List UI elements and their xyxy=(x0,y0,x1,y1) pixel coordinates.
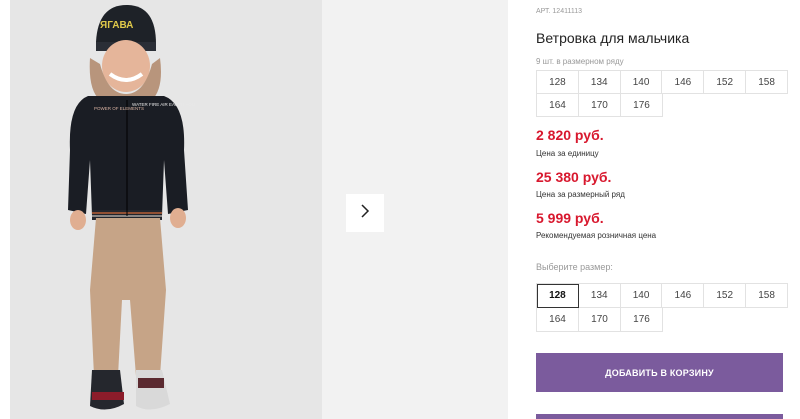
size-cell: 128 xyxy=(537,71,579,94)
unit-price: 2 820 руб. xyxy=(536,127,604,143)
size-cell: 176 xyxy=(621,94,663,117)
size-option-selected[interactable]: 128 xyxy=(537,284,579,308)
chevron-right-icon xyxy=(359,203,371,224)
size-picker-row: 164 170 176 xyxy=(537,308,663,332)
size-cell: 146 xyxy=(662,71,705,94)
retail-price: 5 999 руб. xyxy=(536,210,604,226)
size-picker: 128 134 140 146 152 158 164 170 176 xyxy=(536,283,788,332)
size-option[interactable]: 170 xyxy=(579,308,621,332)
row-price-note: Цена за размерный ряд xyxy=(536,190,625,199)
size-row-caption: 9 шт. в размерном ряду xyxy=(536,57,624,66)
size-row-grid: 128 134 140 146 152 158 164 170 176 xyxy=(536,70,788,117)
retail-price-note: Рекомендуемая розничная цена xyxy=(536,231,657,240)
size-option[interactable]: 152 xyxy=(704,284,747,308)
product-title: Ветровка для мальчика xyxy=(536,30,690,46)
add-to-cart-button[interactable]: ДОБАВИТЬ В КОРЗИНУ xyxy=(536,353,783,392)
size-option[interactable]: 164 xyxy=(537,308,579,332)
row-price: 25 380 руб. xyxy=(536,169,612,185)
size-row: 128 134 140 146 152 158 xyxy=(537,71,788,94)
article-number: АРТ. 12411113 xyxy=(536,8,582,15)
size-cell: 170 xyxy=(579,94,621,117)
size-cell: 134 xyxy=(578,71,621,94)
size-cell: 158 xyxy=(746,71,788,94)
size-cell: 140 xyxy=(620,71,663,94)
size-cell: 164 xyxy=(537,94,579,117)
size-option[interactable]: 140 xyxy=(620,284,663,308)
size-option[interactable]: 176 xyxy=(621,308,663,332)
product-photo: ЯГАВА POWER OF ELEMENTS WATER FIRE AIR E… xyxy=(10,0,322,419)
product-gallery: ЯГАВА POWER OF ELEMENTS WATER FIRE AIR E… xyxy=(0,0,510,419)
unit-price-note: Цена за единицу xyxy=(536,149,599,158)
boy-in-windbreaker-image: ЯГАВА POWER OF ELEMENTS WATER FIRE AIR E… xyxy=(10,0,322,419)
jacket-print-right: WATER FIRE AIR EARTH YOU xyxy=(132,102,195,107)
size-cell: 152 xyxy=(704,71,747,94)
size-option[interactable]: 158 xyxy=(746,284,788,308)
size-picker-row: 128 134 140 146 152 158 xyxy=(537,284,788,308)
cap-print: ЯГАВА xyxy=(100,20,133,31)
size-row: 164 170 176 xyxy=(537,94,663,117)
next-photo-button[interactable] xyxy=(346,194,384,232)
secondary-action-button[interactable] xyxy=(536,414,783,419)
product-info: АРТ. 12411113 Ветровка для мальчика 9 шт… xyxy=(536,0,800,419)
choose-size-label: Выберите размер: xyxy=(536,262,613,272)
size-option[interactable]: 146 xyxy=(662,284,705,308)
size-option[interactable]: 134 xyxy=(578,284,621,308)
